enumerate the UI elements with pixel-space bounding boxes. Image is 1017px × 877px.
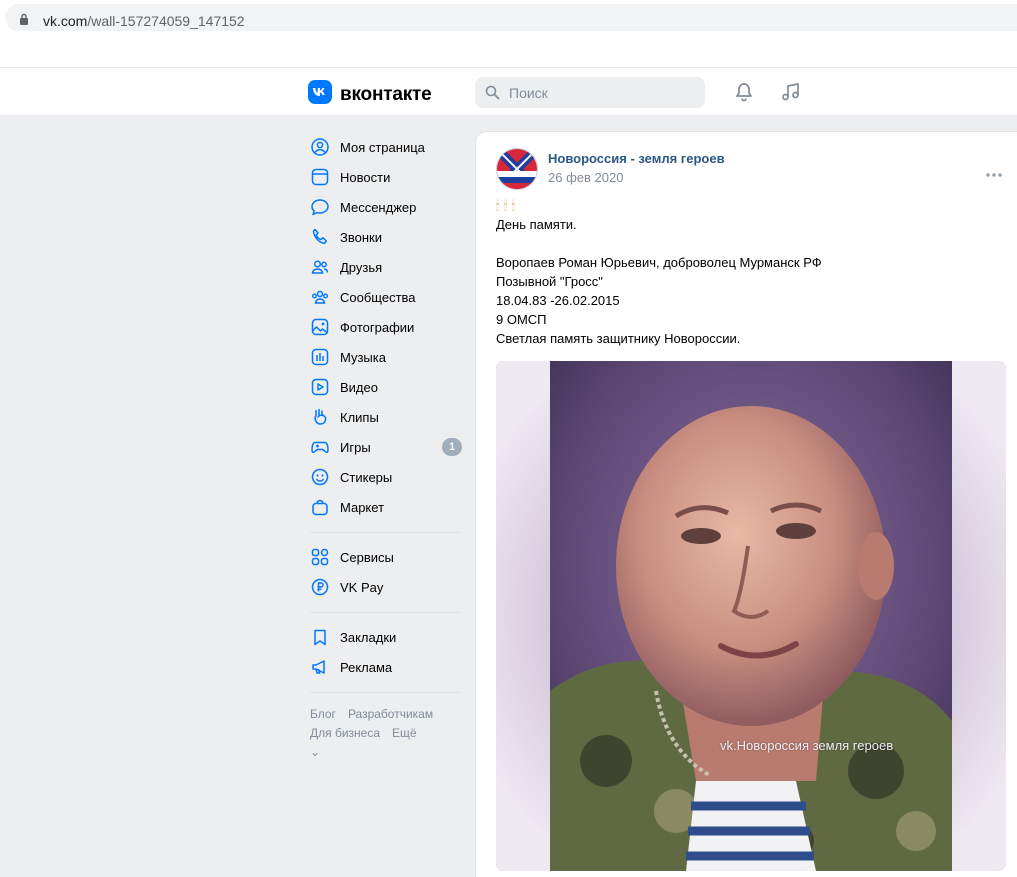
music-icon [310,347,330,367]
menu-divider [310,532,460,533]
message-icon [310,197,330,217]
menu-label: VK Pay [340,579,384,595]
url-host: vk.com [43,13,88,29]
search-placeholder: Поиск [509,85,548,101]
menu-item-news[interactable]: Новости [310,162,462,192]
menu-item-services[interactable]: Сервисы [310,542,462,572]
photo-watermark: vk.Новороссия земля героев [720,738,894,753]
menu-label: Мессенджер [340,199,417,215]
search-input[interactable]: Поиск [475,77,705,108]
menu-label: Маркет [340,499,385,515]
post-line: Воропаев Роман Юрьевич, доброволец Мурма… [496,255,822,270]
menu-item-clips[interactable]: Клипы [310,402,462,432]
search-icon [485,85,500,105]
menu-item-ads[interactable]: Реклама [310,652,462,682]
menu-item-vkpay[interactable]: VK Pay [310,572,462,602]
menu-label: Сообщества [340,289,416,305]
left-menu: Моя страница Новости Мессенджер Звонки Д… [310,132,462,762]
post-text: 🕯🕯🕯 День памяти. Воропаев Роман Юрьевич,… [496,196,996,348]
games-icon [310,437,330,457]
music-icon[interactable] [780,81,802,108]
wall-post: Новороссия - земля героев 26 фев 2020 🕯🕯… [475,131,1017,877]
chevron-down-icon: ⌄ [310,745,321,759]
post-line [496,234,996,253]
footer-link-developers[interactable]: Разработчикам [348,707,433,721]
menu-label: Музыка [340,349,386,365]
menu-label: Друзья [340,259,383,275]
stickers-icon [310,467,330,487]
menu-item-music[interactable]: Музыка [310,342,462,372]
friends-icon [310,257,330,277]
post-line: 18.04.83 -26.02.2015 [496,293,620,308]
menu-item-market[interactable]: Маркет [310,492,462,522]
games-badge: 1 [442,438,462,456]
menu-divider [310,612,460,613]
footer-more-label: Ещё [392,726,417,740]
bell-icon[interactable] [733,81,755,108]
logo-text: вконтакте [340,83,432,105]
footer-link-business[interactable]: Для бизнеса [310,726,380,740]
post-photo[interactable]: vk.Новороссия земля героев [496,361,1006,871]
post-line: Светлая память защитнику Новороссии. [496,331,741,346]
menu-item-games[interactable]: Игры 1 [310,432,462,462]
post-line: Позывной "Гросс" [496,274,603,289]
lock-icon [19,12,29,30]
menu-label: Видео [340,379,378,395]
menu-label: Моя страница [340,139,425,155]
menu-label: Фотографии [340,319,415,335]
vkpay-icon [310,577,330,597]
community-avatar[interactable] [496,148,538,190]
url-text[interactable]: vk.com/wall-157274059_147152 [43,13,245,29]
browser-toolbar: vk.com/wall-157274059_147152 [0,0,1017,67]
candle-emojis: 🕯🕯🕯 [496,198,520,213]
bookmark-icon [310,627,330,647]
clips-icon [310,407,330,427]
site-header: вконтакте Поиск [0,67,1017,116]
menu-label: Новости [340,169,391,185]
menu-item-calls[interactable]: Звонки [310,222,462,252]
post-author[interactable]: Новороссия - земля героев [548,151,725,166]
post-line: 9 ОМСП [496,312,547,327]
megaphone-icon [310,657,330,677]
communities-icon [310,287,330,307]
menu-label: Звонки [340,229,382,245]
menu-item-bookmarks[interactable]: Закладки [310,622,462,652]
more-options-icon[interactable] [985,165,1003,183]
menu-label: Клипы [340,409,379,425]
menu-label: Реклама [340,659,393,675]
menu-item-my-page[interactable]: Моя страница [310,132,462,162]
menu-label: Сервисы [340,549,394,565]
footer-links: Блог Разработчикам Для бизнеса Ещё ⌄ [310,705,462,762]
menu-label: Игры [340,439,371,455]
url-path: /wall-157274059_147152 [87,13,245,29]
menu-item-communities[interactable]: Сообщества [310,282,462,312]
photos-icon [310,317,330,337]
market-icon [310,497,330,517]
menu-divider [310,692,460,693]
vk-logo[interactable]: вконтакте [308,80,432,109]
services-icon [310,547,330,567]
post-date[interactable]: 26 фев 2020 [548,170,623,185]
menu-label: Закладки [340,629,397,645]
menu-item-stickers[interactable]: Стикеры [310,462,462,492]
post-line: День памяти. [496,217,577,232]
address-bar[interactable]: vk.com/wall-157274059_147152 [5,4,1017,31]
phone-icon [310,227,330,247]
footer-link-blog[interactable]: Блог [310,707,336,721]
vk-logo-icon [308,80,332,109]
news-icon [310,167,330,187]
menu-item-photos[interactable]: Фотографии [310,312,462,342]
menu-item-friends[interactable]: Друзья [310,252,462,282]
video-icon [310,377,330,397]
menu-label: Стикеры [340,469,393,485]
user-circle-icon [310,137,330,157]
menu-item-video[interactable]: Видео [310,372,462,402]
portrait-image [496,361,1006,871]
menu-item-messenger[interactable]: Мессенджер [310,192,462,222]
